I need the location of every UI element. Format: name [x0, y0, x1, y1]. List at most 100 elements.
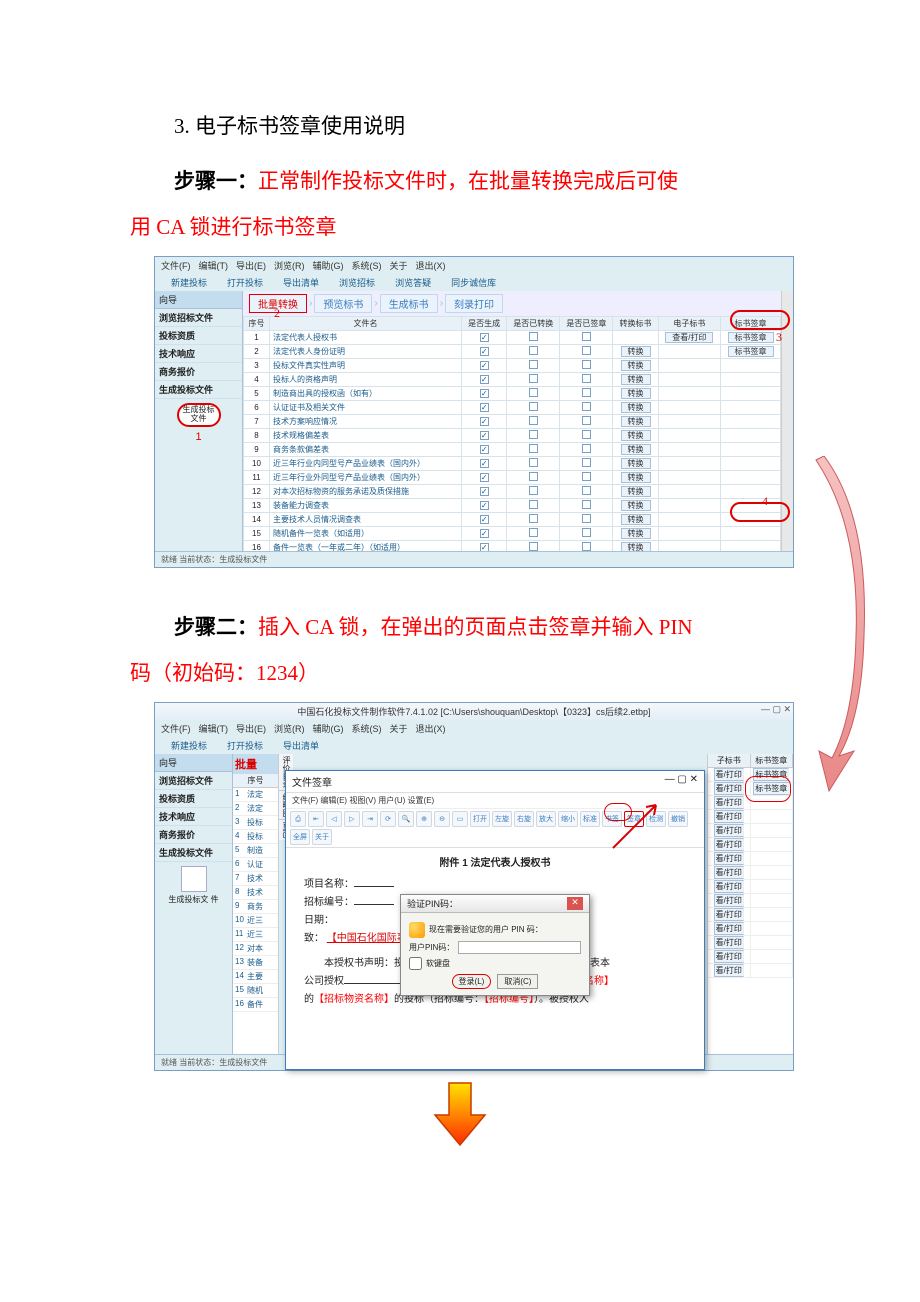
- menu2-about[interactable]: 关于: [390, 722, 408, 735]
- list-item[interactable]: 13装备: [233, 956, 278, 970]
- generate-icon[interactable]: 生成投标 文件: [177, 403, 221, 427]
- login-button[interactable]: 登录(L): [452, 974, 492, 989]
- tb-zoomin[interactable]: 放大: [536, 811, 556, 827]
- wiz-burn[interactable]: 刻录打印: [445, 294, 503, 313]
- view-button[interactable]: 查看/打印: [665, 332, 713, 343]
- popup-winbtns[interactable]: — ▢ ✕: [665, 774, 698, 789]
- convert-button[interactable]: 转换: [621, 444, 651, 455]
- app1-toolbar[interactable]: 新建投标 打开投标 导出清单 浏览招标 浏览答疑 同步诚信库: [155, 274, 793, 291]
- convert-button[interactable]: 转换: [621, 472, 651, 483]
- view-button[interactable]: 看/打印: [714, 880, 744, 893]
- tb-export[interactable]: 导出清单: [273, 276, 319, 289]
- menu2-file[interactable]: 文件(F): [161, 722, 191, 735]
- view-button[interactable]: 看/打印: [714, 796, 744, 809]
- tb2-new[interactable]: 新建投标: [161, 739, 207, 752]
- side-qualification[interactable]: 投标资质: [155, 327, 242, 345]
- menu-export[interactable]: 导出(E): [236, 259, 266, 272]
- view-button[interactable]: 看/打印: [714, 782, 744, 795]
- sign-button[interactable]: 标书签章: [728, 332, 774, 343]
- menu-browse[interactable]: 浏览(R): [274, 259, 305, 272]
- view-button[interactable]: 看/打印: [714, 768, 744, 781]
- side2-tech[interactable]: 技术响应: [155, 808, 232, 826]
- close-icon[interactable]: ✕: [567, 897, 583, 910]
- tb-std[interactable]: 标准: [580, 811, 600, 827]
- menu2-export[interactable]: 导出(E): [236, 722, 266, 735]
- side2-gen[interactable]: 生成投标文件: [155, 844, 232, 862]
- menu2-edit[interactable]: 编辑(T): [199, 722, 229, 735]
- convert-button[interactable]: 转换: [621, 402, 651, 413]
- fit-icon[interactable]: ▭: [452, 811, 468, 827]
- convert-button[interactable]: 转换: [621, 416, 651, 427]
- view-button[interactable]: 看/打印: [714, 838, 744, 851]
- view-button[interactable]: 看/打印: [714, 894, 744, 907]
- tb-open[interactable]: 打开: [470, 811, 490, 827]
- convert-button[interactable]: 转换: [621, 346, 651, 357]
- wiz-generate[interactable]: 生成标书: [380, 294, 438, 313]
- window-buttons[interactable]: — ▢ ✕: [761, 704, 791, 715]
- list-item[interactable]: 9商务: [233, 900, 278, 914]
- list-item[interactable]: 8技术: [233, 886, 278, 900]
- tb-rotr[interactable]: 右旋: [514, 811, 534, 827]
- view-button[interactable]: 看/打印: [714, 810, 744, 823]
- list-item[interactable]: 5制造: [233, 844, 278, 858]
- view-button[interactable]: 看/打印: [714, 908, 744, 921]
- menu-assist[interactable]: 辅助(G): [313, 259, 344, 272]
- side2-browse[interactable]: 浏览招标文件: [155, 772, 232, 790]
- view-button[interactable]: 看/打印: [714, 866, 744, 879]
- list-item[interactable]: 14主要: [233, 970, 278, 984]
- convert-button[interactable]: 转换: [621, 360, 651, 371]
- list-item[interactable]: 1法定: [233, 788, 278, 802]
- nav-last-icon[interactable]: ⇥: [362, 811, 378, 827]
- find-icon[interactable]: 🔍: [398, 811, 414, 827]
- generate-icon[interactable]: [181, 866, 207, 892]
- convert-button[interactable]: 转换: [621, 486, 651, 497]
- menu-exit[interactable]: 退出(X): [416, 259, 446, 272]
- sign-button[interactable]: 标书签章: [728, 346, 774, 357]
- menu-system[interactable]: 系统(S): [352, 259, 382, 272]
- convert-button[interactable]: 转换: [621, 374, 651, 385]
- list-item[interactable]: 11近三: [233, 928, 278, 942]
- list-item[interactable]: 10近三: [233, 914, 278, 928]
- convert-button[interactable]: 转换: [621, 500, 651, 511]
- menu-file[interactable]: 文件(F): [161, 259, 191, 272]
- convert-button[interactable]: 转换: [621, 542, 651, 551]
- nav-first-icon[interactable]: ⇤: [308, 811, 324, 827]
- side2-qual[interactable]: 投标资质: [155, 790, 232, 808]
- zoom-in-icon[interactable]: ⊕: [416, 811, 432, 827]
- tb-browse-qa[interactable]: 浏览答疑: [385, 276, 431, 289]
- convert-button[interactable]: 转换: [621, 514, 651, 525]
- menu2-exit[interactable]: 退出(X): [416, 722, 446, 735]
- list-item[interactable]: 3投标: [233, 816, 278, 830]
- menu2-browse[interactable]: 浏览(R): [274, 722, 305, 735]
- app2-toolbar[interactable]: 新建投标 打开投标 导出清单: [155, 737, 793, 754]
- zoom-out-icon[interactable]: ⊖: [434, 811, 450, 827]
- side2-quote[interactable]: 商务报价: [155, 826, 232, 844]
- side-generate[interactable]: 生成投标文件: [155, 381, 242, 399]
- tb-sync[interactable]: 同步诚信库: [441, 276, 496, 289]
- side-quote[interactable]: 商务报价: [155, 363, 242, 381]
- list-item[interactable]: 12对本: [233, 942, 278, 956]
- refresh-icon[interactable]: ⟳: [380, 811, 396, 827]
- menu2-assist[interactable]: 辅助(G): [313, 722, 344, 735]
- wiz-preview[interactable]: 预览标书: [314, 294, 372, 313]
- cancel-button[interactable]: 取消(C): [497, 974, 538, 989]
- nav-next-icon[interactable]: ▷: [344, 811, 360, 827]
- tb-rotl[interactable]: 左旋: [492, 811, 512, 827]
- tb2-open[interactable]: 打开投标: [217, 739, 263, 752]
- side-tech[interactable]: 技术响应: [155, 345, 242, 363]
- menu2-system[interactable]: 系统(S): [352, 722, 382, 735]
- tb-about[interactable]: 关于: [312, 829, 332, 845]
- tb-browse-bid[interactable]: 浏览招标: [329, 276, 375, 289]
- menu-edit[interactable]: 编辑(T): [199, 259, 229, 272]
- tb-new[interactable]: 新建投标: [161, 276, 207, 289]
- tb-zoomout[interactable]: 缩小: [558, 811, 578, 827]
- print-icon[interactable]: ⎙: [290, 811, 306, 827]
- tb2-export[interactable]: 导出清单: [273, 739, 319, 752]
- convert-button[interactable]: 转换: [621, 388, 651, 399]
- convert-button[interactable]: 转换: [621, 458, 651, 469]
- nav-prev-icon[interactable]: ◁: [326, 811, 342, 827]
- app1-menubar[interactable]: 文件(F) 编辑(T) 导出(E) 浏览(R) 辅助(G) 系统(S) 关于 退…: [155, 257, 793, 274]
- tb-open[interactable]: 打开投标: [217, 276, 263, 289]
- menu-about[interactable]: 关于: [390, 259, 408, 272]
- side-browse-bid[interactable]: 浏览招标文件: [155, 309, 242, 327]
